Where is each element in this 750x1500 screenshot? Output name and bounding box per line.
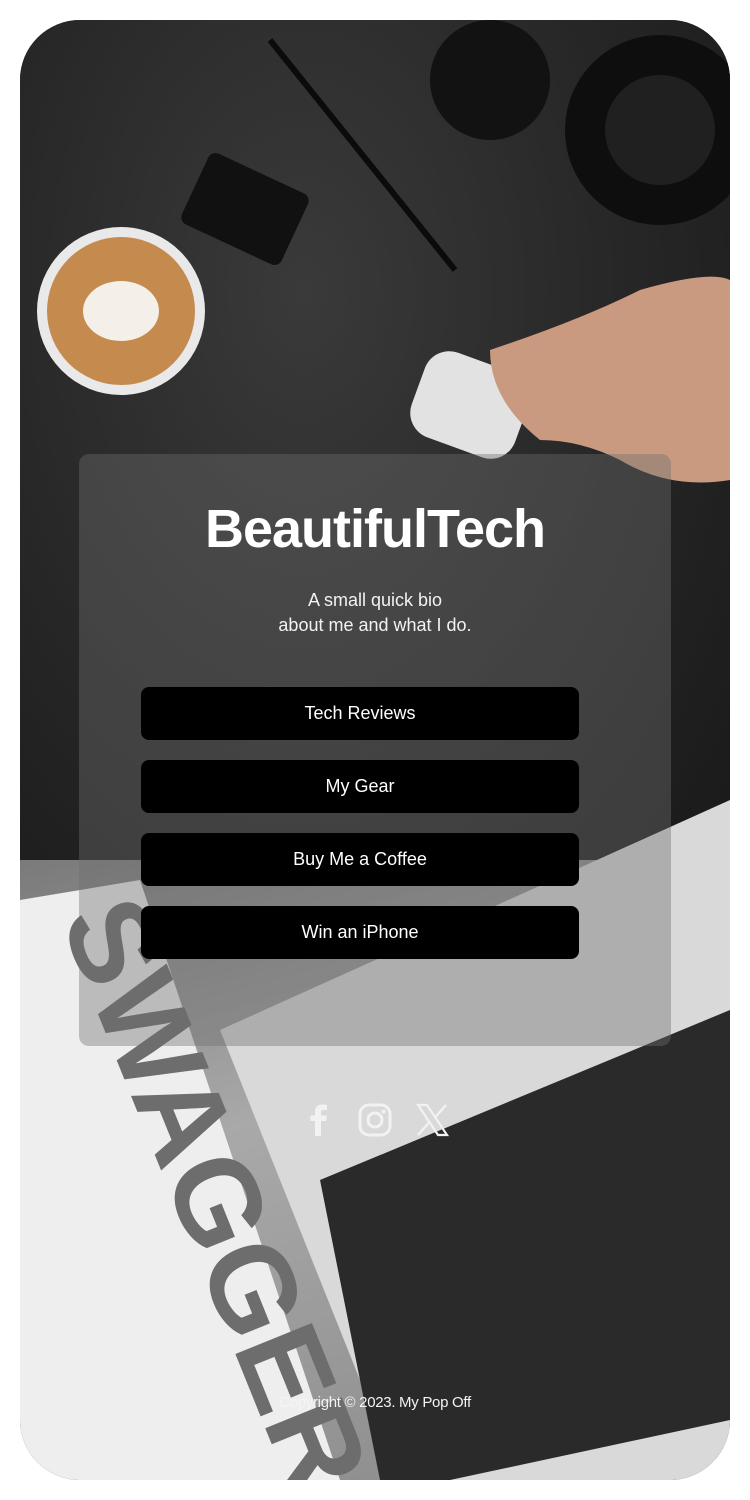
facebook-icon[interactable]: [299, 1100, 339, 1140]
page-title: BeautifulTech: [204, 499, 546, 559]
link-button-win-an-iphone[interactable]: Win an iPhone: [141, 906, 579, 959]
phone-frame: SWAGGER BeautifulTech A small quick bio …: [20, 20, 730, 1480]
profile-card: BeautifulTech A small quick bio about me…: [79, 454, 671, 1046]
bio-line: about me and what I do.: [278, 615, 472, 635]
link-button-tech-reviews[interactable]: Tech Reviews: [141, 687, 579, 740]
bio-line: A small quick bio: [307, 590, 443, 610]
bio-text: A small quick bio about me and what I do…: [79, 588, 671, 638]
x-twitter-icon[interactable]: [412, 1100, 452, 1140]
link-button-my-gear[interactable]: My Gear: [141, 760, 579, 813]
link-button-buy-me-a-coffee[interactable]: Buy Me a Coffee: [141, 833, 579, 886]
copyright-text: Copyright © 2023. My Pop Off: [279, 1394, 471, 1411]
instagram-icon[interactable]: [355, 1100, 395, 1140]
